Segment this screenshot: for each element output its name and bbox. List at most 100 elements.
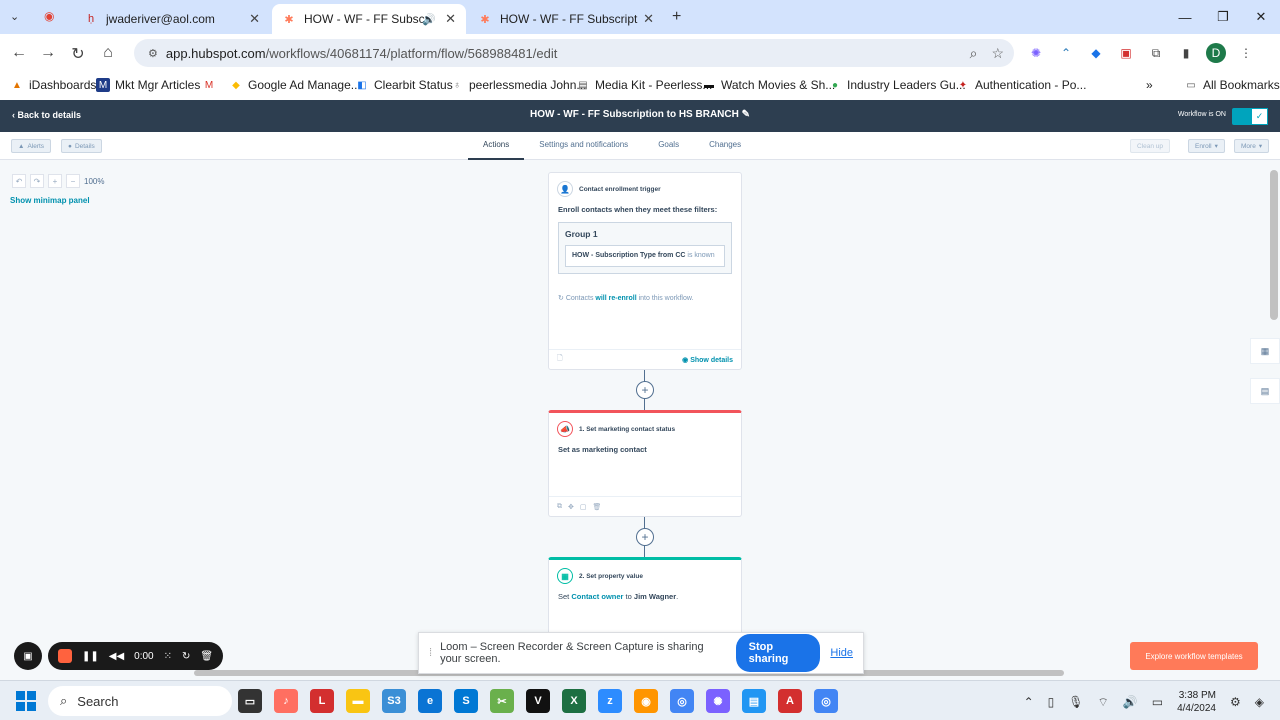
filter-condition[interactable]: HOW - Subscription Type from CC is known [565, 245, 725, 267]
app-s3-icon[interactable]: S3 [382, 689, 406, 713]
bookmarks-overflow-icon[interactable]: » [1146, 78, 1153, 92]
home-icon[interactable]: ⌂ [93, 44, 123, 62]
cleanup-button[interactable]: Clean up [1130, 139, 1171, 153]
restore-icon[interactable]: ❐ [1204, 0, 1242, 34]
volume-icon[interactable]: 🔊 [1123, 695, 1138, 709]
tab-workflow-2[interactable]: ✱ HOW - WF - FF Subscription to ✕ [468, 4, 664, 34]
notes-app-icon[interactable]: ▤ [742, 689, 766, 713]
sidepanel-icon[interactable]: ▮ [1176, 43, 1196, 63]
tab-workflow-active[interactable]: ✱ HOW - WF - FF Subscription 🔊 ✕ [272, 4, 466, 34]
extension-icon[interactable]: ◆ [1086, 43, 1106, 63]
reload-icon[interactable]: ↻ [63, 44, 93, 64]
tab-settings[interactable]: Settings and notifications [524, 132, 643, 160]
bookmark-item[interactable]: M Mkt Mgr Articles [96, 78, 200, 92]
tab-changes[interactable]: Changes [694, 132, 756, 160]
copilot-icon[interactable]: ◈ [1255, 695, 1264, 709]
skype-icon[interactable]: S [454, 689, 478, 713]
app-v-icon[interactable]: V [526, 689, 550, 713]
back-arrow-icon[interactable]: ← [4, 44, 34, 62]
zoom-out-icon[interactable]: − [66, 174, 80, 188]
close-icon[interactable]: ✕ [445, 11, 456, 27]
zoom-app-icon[interactable]: z [598, 689, 622, 713]
undo-icon[interactable]: ↶ [12, 174, 26, 188]
pause-icon[interactable]: ❚❚ [82, 651, 99, 662]
chevron-up-icon[interactable]: ⌃ [1024, 695, 1034, 709]
copy-icon[interactable]: ⧉ [557, 503, 562, 511]
delete-icon[interactable]: 🗋 [557, 354, 563, 365]
bookmark-item[interactable]: ♁ peerlessmedia John... [450, 78, 586, 92]
site-info-icon[interactable]: ⚙ [148, 47, 158, 60]
tab-goals[interactable]: Goals [643, 132, 694, 160]
camera-icon[interactable]: ▣ [14, 642, 42, 670]
bookmark-item[interactable]: ▲ iDashboards [10, 78, 96, 92]
action-card-marketing-status[interactable]: 📣 1. Set marketing contact status Set as… [548, 410, 742, 517]
snip-icon[interactable]: ✂ [490, 689, 514, 713]
chrome-icon[interactable]: ◎ [670, 689, 694, 713]
microphone-icon[interactable]: 🎙 [1068, 695, 1083, 709]
drag-handle-icon[interactable]: ⁞ [429, 647, 432, 659]
puzzle-icon[interactable]: ⧉ [1146, 43, 1166, 63]
tab-search-icon[interactable]: ⌄ [10, 10, 19, 23]
menu-kebab-icon[interactable]: ⋮ [1236, 43, 1256, 63]
forward-arrow-icon[interactable]: → [33, 44, 63, 62]
file-explorer-icon[interactable]: ▬ [346, 689, 370, 713]
comments-icon[interactable]: ▤ [1250, 378, 1280, 404]
bookmark-star-icon[interactable]: ☆ [991, 45, 1004, 62]
clone-icon[interactable]: ▢ [580, 503, 587, 511]
trash-icon[interactable]: 🗑 [593, 503, 602, 511]
stop-record-icon[interactable] [58, 649, 72, 663]
keyboard-shortcuts-icon[interactable]: ▦ [1250, 338, 1280, 364]
battery-icon[interactable]: ▯ [1048, 695, 1055, 709]
alerts-button[interactable]: ▲ Alerts [11, 139, 52, 153]
bookmark-item[interactable]: ◧ Clearbit Status [355, 78, 452, 92]
hide-button[interactable]: Hide [830, 647, 853, 659]
details-button[interactable]: ● Details [61, 139, 102, 153]
tab-actions[interactable]: Actions [468, 132, 525, 160]
settings-app-icon[interactable]: ✺ [706, 689, 730, 713]
zoom-in-icon[interactable]: + [48, 174, 62, 188]
taskbar-search[interactable]: ⌕ Search [48, 686, 232, 716]
pdf-extension-icon[interactable]: ▣ [1116, 43, 1136, 63]
stop-sharing-button[interactable]: Stop sharing [735, 634, 821, 672]
clock[interactable]: 3:38 PM 4/4/2024 [1177, 689, 1216, 715]
vertical-scrollbar[interactable] [1270, 170, 1278, 320]
restart-icon[interactable]: ↻ [182, 651, 190, 662]
speaker-icon[interactable]: 🔊 [422, 13, 436, 26]
redo-icon[interactable]: ↷ [30, 174, 44, 188]
workflow-canvas[interactable]: ↶ ↷ + − 100% Show minimap panel 👤 Contac… [0, 160, 1280, 680]
close-icon[interactable]: ✕ [643, 11, 654, 27]
app-l-icon[interactable]: L [310, 689, 334, 713]
workflow-title[interactable]: HOW - WF - FF Subscription to HS BRANCH … [0, 109, 1280, 120]
tab-email[interactable]: ḥ jwaderiver@aol.com ✕ [74, 4, 270, 34]
reenroll-link[interactable]: will re-enroll [595, 295, 636, 302]
enrollment-trigger-card[interactable]: 👤 Contact enrollment trigger Enroll cont… [548, 172, 742, 370]
rewind-icon[interactable]: ◀◀ [109, 651, 124, 662]
firefox-icon[interactable]: ◉ [634, 689, 658, 713]
zoom-icon[interactable]: ⌕ [970, 45, 978, 62]
more-dropdown[interactable]: More ▾ [1234, 139, 1270, 153]
workflow-toggle[interactable]: ✓ [1232, 108, 1268, 125]
acrobat-icon[interactable]: A [778, 689, 802, 713]
bookmark-item[interactable]: ▤ Media Kit - Peerless... [576, 78, 712, 92]
edge-icon[interactable]: e [418, 689, 442, 713]
battery-level-icon[interactable]: ▭ [1152, 695, 1163, 709]
edit-pencil-icon[interactable]: ✎ [742, 109, 750, 120]
window-close-icon[interactable]: ✕ [1242, 0, 1280, 34]
chrome-profile-icon[interactable]: ◎ [814, 689, 838, 713]
grid-icon[interactable]: ⁙ [164, 651, 172, 662]
delete-icon[interactable]: 🗑 [200, 651, 213, 662]
enroll-dropdown[interactable]: Enroll ▾ [1188, 139, 1225, 153]
extension-icon[interactable]: ⌃ [1056, 43, 1076, 63]
add-action-button[interactable]: + [636, 381, 654, 399]
windows-start-icon[interactable] [16, 691, 36, 711]
all-bookmarks[interactable]: ▭ All Bookmarks [1184, 78, 1279, 92]
music-app-icon[interactable]: ♪ [274, 689, 298, 713]
bookmark-item[interactable]: ✦ Authentication - Po... [956, 78, 1087, 92]
extension-icon[interactable]: ✺ [1026, 43, 1046, 63]
explore-templates-button[interactable]: Explore workflow templates [1130, 642, 1258, 670]
add-action-button[interactable]: + [636, 528, 654, 546]
task-view-icon[interactable]: ▭ [238, 689, 262, 713]
notification-bell-icon[interactable]: ⚙ [1230, 695, 1241, 709]
show-details-button[interactable]: ◉ Show details [682, 356, 733, 364]
bookmark-item[interactable]: ◆ Google Ad Manage... [229, 78, 361, 92]
